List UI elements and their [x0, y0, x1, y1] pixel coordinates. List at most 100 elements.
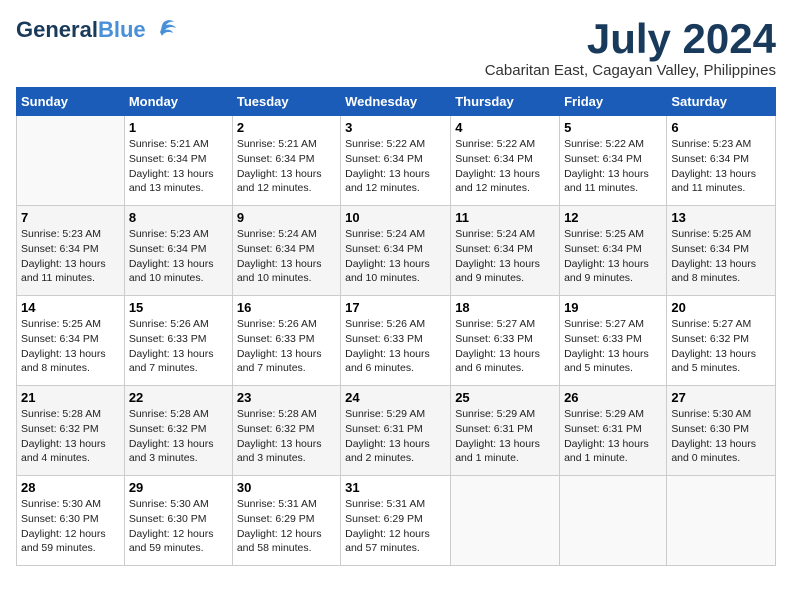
day-number: 6	[671, 120, 771, 135]
location: Cabaritan East, Cagayan Valley, Philippi…	[485, 62, 776, 79]
day-info: Sunrise: 5:27 AM Sunset: 6:33 PM Dayligh…	[564, 317, 662, 376]
day-number: 4	[455, 120, 555, 135]
calendar-cell	[17, 116, 125, 206]
calendar-cell: 2 Sunrise: 5:21 AM Sunset: 6:34 PM Daylig…	[232, 116, 340, 206]
day-number: 22	[129, 390, 228, 405]
day-number: 11	[455, 210, 555, 225]
day-number: 10	[345, 210, 446, 225]
day-info: Sunrise: 5:31 AM Sunset: 6:29 PM Dayligh…	[237, 497, 336, 556]
day-info: Sunrise: 5:26 AM Sunset: 6:33 PM Dayligh…	[345, 317, 446, 376]
day-number: 14	[21, 300, 120, 315]
day-info: Sunrise: 5:21 AM Sunset: 6:34 PM Dayligh…	[129, 137, 228, 196]
calendar-cell: 19 Sunrise: 5:27 AM Sunset: 6:33 PM Dayli…	[560, 296, 667, 386]
calendar-week-row: 14 Sunrise: 5:25 AM Sunset: 6:34 PM Dayli…	[17, 296, 776, 386]
day-info: Sunrise: 5:26 AM Sunset: 6:33 PM Dayligh…	[129, 317, 228, 376]
calendar-week-row: 21 Sunrise: 5:28 AM Sunset: 6:32 PM Dayli…	[17, 386, 776, 476]
day-info: Sunrise: 5:22 AM Sunset: 6:34 PM Dayligh…	[564, 137, 662, 196]
calendar-cell: 30Sunrise: 5:31 AM Sunset: 6:29 PM Dayli…	[232, 476, 340, 566]
calendar-cell: 16 Sunrise: 5:26 AM Sunset: 6:33 PM Dayli…	[232, 296, 340, 386]
weekday-header: Monday	[124, 88, 232, 116]
day-info: Sunrise: 5:23 AM Sunset: 6:34 PM Dayligh…	[129, 227, 228, 286]
day-number: 12	[564, 210, 662, 225]
calendar-body: 1Sunrise: 5:21 AM Sunset: 6:34 PM Daylig…	[17, 116, 776, 566]
day-number: 18	[455, 300, 555, 315]
weekday-header: Sunday	[17, 88, 125, 116]
calendar-cell: 20 Sunrise: 5:27 AM Sunset: 6:32 PM Dayli…	[667, 296, 776, 386]
day-info: Sunrise: 5:26 AM Sunset: 6:33 PM Dayligh…	[237, 317, 336, 376]
calendar-cell: 13 Sunrise: 5:25 AM Sunset: 6:34 PM Dayli…	[667, 206, 776, 296]
calendar-cell: 22Sunrise: 5:28 AM Sunset: 6:32 PM Dayli…	[124, 386, 232, 476]
day-info: Sunrise: 5:25 AM Sunset: 6:34 PM Dayligh…	[564, 227, 662, 286]
calendar-cell: 3Sunrise: 5:22 AM Sunset: 6:34 PM Daylig…	[341, 116, 451, 206]
calendar-week-row: 28 Sunrise: 5:30 AM Sunset: 6:30 PM Dayli…	[17, 476, 776, 566]
day-number: 15	[129, 300, 228, 315]
calendar-cell	[560, 476, 667, 566]
calendar-cell: 27 Sunrise: 5:30 AM Sunset: 6:30 PM Dayli…	[667, 386, 776, 476]
day-info: Sunrise: 5:30 AM Sunset: 6:30 PM Dayligh…	[671, 407, 771, 466]
day-info: Sunrise: 5:29 AM Sunset: 6:31 PM Dayligh…	[345, 407, 446, 466]
weekday-header: Thursday	[451, 88, 560, 116]
calendar-cell: 18 Sunrise: 5:27 AM Sunset: 6:33 PM Dayli…	[451, 296, 560, 386]
day-number: 29	[129, 480, 228, 495]
day-number: 23	[237, 390, 336, 405]
day-info: Sunrise: 5:25 AM Sunset: 6:34 PM Dayligh…	[671, 227, 771, 286]
day-info: Sunrise: 5:30 AM Sunset: 6:30 PM Dayligh…	[21, 497, 120, 556]
weekday-header: Tuesday	[232, 88, 340, 116]
calendar-table: SundayMondayTuesdayWednesdayThursdayFrid…	[16, 87, 776, 566]
day-number: 26	[564, 390, 662, 405]
calendar-week-row: 7 Sunrise: 5:23 AM Sunset: 6:34 PM Daylig…	[17, 206, 776, 296]
calendar-cell: 12 Sunrise: 5:25 AM Sunset: 6:34 PM Dayli…	[560, 206, 667, 296]
weekday-header: Saturday	[667, 88, 776, 116]
day-info: Sunrise: 5:29 AM Sunset: 6:31 PM Dayligh…	[564, 407, 662, 466]
calendar-cell	[667, 476, 776, 566]
day-info: Sunrise: 5:27 AM Sunset: 6:32 PM Dayligh…	[671, 317, 771, 376]
calendar-cell	[451, 476, 560, 566]
day-number: 7	[21, 210, 120, 225]
calendar-header: SundayMondayTuesdayWednesdayThursdayFrid…	[17, 88, 776, 116]
day-number: 5	[564, 120, 662, 135]
day-info: Sunrise: 5:22 AM Sunset: 6:34 PM Dayligh…	[455, 137, 555, 196]
day-info: Sunrise: 5:21 AM Sunset: 6:34 PM Dayligh…	[237, 137, 336, 196]
day-info: Sunrise: 5:25 AM Sunset: 6:34 PM Dayligh…	[21, 317, 120, 376]
day-number: 3	[345, 120, 446, 135]
calendar-cell: 11 Sunrise: 5:24 AM Sunset: 6:34 PM Dayli…	[451, 206, 560, 296]
calendar-cell: 26 Sunrise: 5:29 AM Sunset: 6:31 PM Dayli…	[560, 386, 667, 476]
calendar-cell: 8 Sunrise: 5:23 AM Sunset: 6:34 PM Daylig…	[124, 206, 232, 296]
calendar-cell: 25Sunrise: 5:29 AM Sunset: 6:31 PM Dayli…	[451, 386, 560, 476]
calendar-cell: 5 Sunrise: 5:22 AM Sunset: 6:34 PM Daylig…	[560, 116, 667, 206]
calendar-cell: 21 Sunrise: 5:28 AM Sunset: 6:32 PM Dayli…	[17, 386, 125, 476]
day-number: 25	[455, 390, 555, 405]
logo-blue: Blue	[98, 17, 146, 42]
day-number: 9	[237, 210, 336, 225]
day-number: 17	[345, 300, 446, 315]
day-info: Sunrise: 5:28 AM Sunset: 6:32 PM Dayligh…	[237, 407, 336, 466]
calendar-cell: 17 Sunrise: 5:26 AM Sunset: 6:33 PM Dayli…	[341, 296, 451, 386]
calendar-cell: 9Sunrise: 5:24 AM Sunset: 6:34 PM Daylig…	[232, 206, 340, 296]
day-info: Sunrise: 5:31 AM Sunset: 6:29 PM Dayligh…	[345, 497, 446, 556]
day-number: 16	[237, 300, 336, 315]
day-number: 8	[129, 210, 228, 225]
logo-general: General	[16, 17, 98, 42]
day-number: 2	[237, 120, 336, 135]
day-info: Sunrise: 5:23 AM Sunset: 6:34 PM Dayligh…	[671, 137, 771, 196]
page-header: GeneralBlue July 2024 Cabaritan East, Ca…	[16, 16, 776, 79]
calendar-week-row: 1Sunrise: 5:21 AM Sunset: 6:34 PM Daylig…	[17, 116, 776, 206]
day-info: Sunrise: 5:24 AM Sunset: 6:34 PM Dayligh…	[455, 227, 555, 286]
calendar-cell: 28 Sunrise: 5:30 AM Sunset: 6:30 PM Dayli…	[17, 476, 125, 566]
day-number: 28	[21, 480, 120, 495]
day-number: 27	[671, 390, 771, 405]
day-number: 13	[671, 210, 771, 225]
day-number: 21	[21, 390, 120, 405]
day-number: 19	[564, 300, 662, 315]
weekday-row: SundayMondayTuesdayWednesdayThursdayFrid…	[17, 88, 776, 116]
calendar-cell: 4 Sunrise: 5:22 AM Sunset: 6:34 PM Daylig…	[451, 116, 560, 206]
day-info: Sunrise: 5:27 AM Sunset: 6:33 PM Dayligh…	[455, 317, 555, 376]
day-number: 24	[345, 390, 446, 405]
day-number: 20	[671, 300, 771, 315]
logo: GeneralBlue	[16, 16, 178, 44]
calendar-cell: 24 Sunrise: 5:29 AM Sunset: 6:31 PM Dayli…	[341, 386, 451, 476]
day-info: Sunrise: 5:30 AM Sunset: 6:30 PM Dayligh…	[129, 497, 228, 556]
day-info: Sunrise: 5:28 AM Sunset: 6:32 PM Dayligh…	[21, 407, 120, 466]
weekday-header: Friday	[560, 88, 667, 116]
month-title: July 2024	[485, 16, 776, 62]
